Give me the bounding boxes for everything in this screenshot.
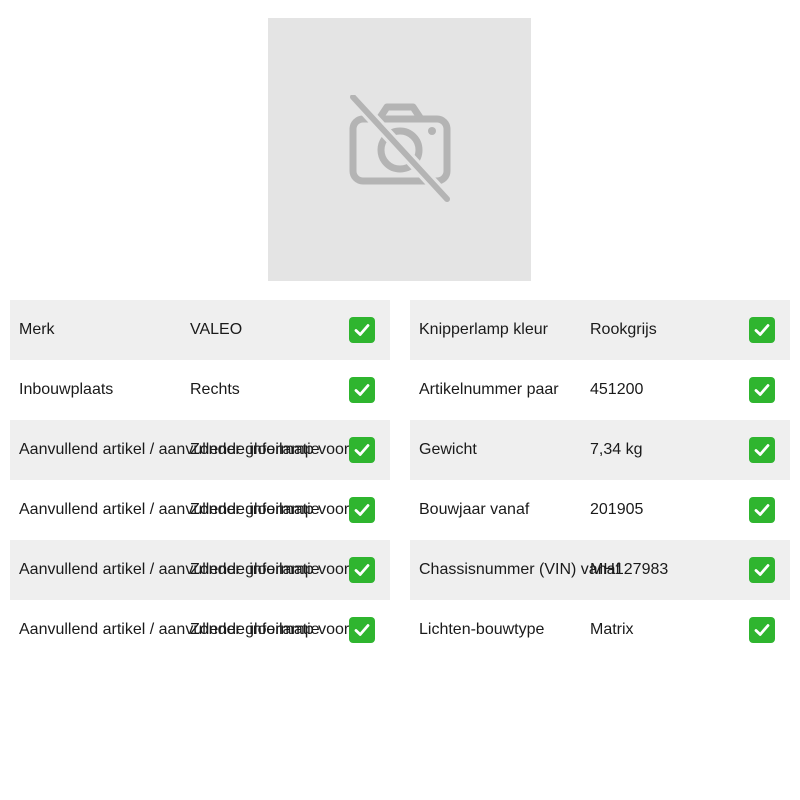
spec-row: Aanvullend artikel / aanvullende informa…	[10, 420, 390, 480]
spec-value: 201905	[590, 501, 644, 518]
check-mark-icon	[749, 377, 775, 403]
spec-value: Zonder gloeilamp voor ro	[190, 501, 368, 518]
spec-label: Knipperlamp kleur	[419, 321, 548, 338]
spec-row: Aanvullend artikel / aanvullende informa…	[10, 540, 390, 600]
check-mark-icon	[349, 437, 375, 463]
spec-label: Artikelnummer paar	[419, 381, 559, 398]
check-mark-icon	[749, 497, 775, 523]
spec-row: Aanvullend artikel / aanvullende informa…	[10, 480, 390, 540]
spec-row: Bouwjaar vanaf 201905	[410, 480, 790, 540]
check-mark-icon	[749, 557, 775, 583]
spec-row: Knipperlamp kleur Rookgrijs	[410, 300, 790, 360]
check-mark-icon	[749, 317, 775, 343]
spec-value: MH127983	[590, 561, 669, 578]
left-spec-table: Merk VALEO Inbouwplaats Rechts Aanvullend ar…	[10, 300, 390, 660]
check-mark-icon	[349, 557, 375, 583]
spec-label: Inbouwplaats	[19, 381, 114, 398]
spec-row: Artikelnummer paar 451200	[410, 360, 790, 420]
product-image-placeholder	[268, 18, 531, 281]
spec-label: Bouwjaar vanaf	[419, 501, 530, 518]
spec-label: Merk	[19, 321, 55, 338]
spec-row: Merk VALEO	[10, 300, 390, 360]
spec-value: 451200	[590, 381, 644, 398]
check-mark-icon	[349, 617, 375, 643]
spec-value: Matrix	[590, 621, 634, 638]
spec-value: Zonder gloeilamp voor nip	[190, 621, 375, 638]
spec-value: Zonder gloeilamp voor im	[190, 441, 371, 458]
spec-row: Lichten-bouwtype Matrix	[410, 600, 790, 660]
right-spec-table: Knipperlamp kleur Rookgrijs Artikelnummer …	[410, 300, 790, 660]
spec-row: Gewicht 7,34 kg	[410, 420, 790, 480]
check-mark-icon	[749, 617, 775, 643]
spec-value: Rechts	[190, 381, 240, 398]
spec-value: Rookgrijs	[590, 321, 657, 338]
spec-row: Aanvullend artikel / aanvullende informa…	[10, 600, 390, 660]
product-detail-page: Merk VALEO Inbouwplaats Rechts Aanvullend ar…	[0, 0, 800, 800]
no-photo-camera-icon	[345, 94, 455, 205]
check-mark-icon	[349, 317, 375, 343]
spec-label: Gewicht	[419, 441, 477, 458]
spec-row: Inbouwplaats Rechts	[10, 360, 390, 420]
spec-label: Lichten-bouwtype	[419, 621, 545, 638]
spec-value: 7,34 kg	[590, 441, 643, 458]
check-mark-icon	[349, 497, 375, 523]
check-mark-icon	[749, 437, 775, 463]
spec-row: Chassisnummer (VIN) vanaf MH127983	[410, 540, 790, 600]
check-mark-icon	[349, 377, 375, 403]
spec-value: Zonder gloeilamp voor ag	[190, 561, 372, 578]
spec-value: VALEO	[190, 321, 243, 338]
